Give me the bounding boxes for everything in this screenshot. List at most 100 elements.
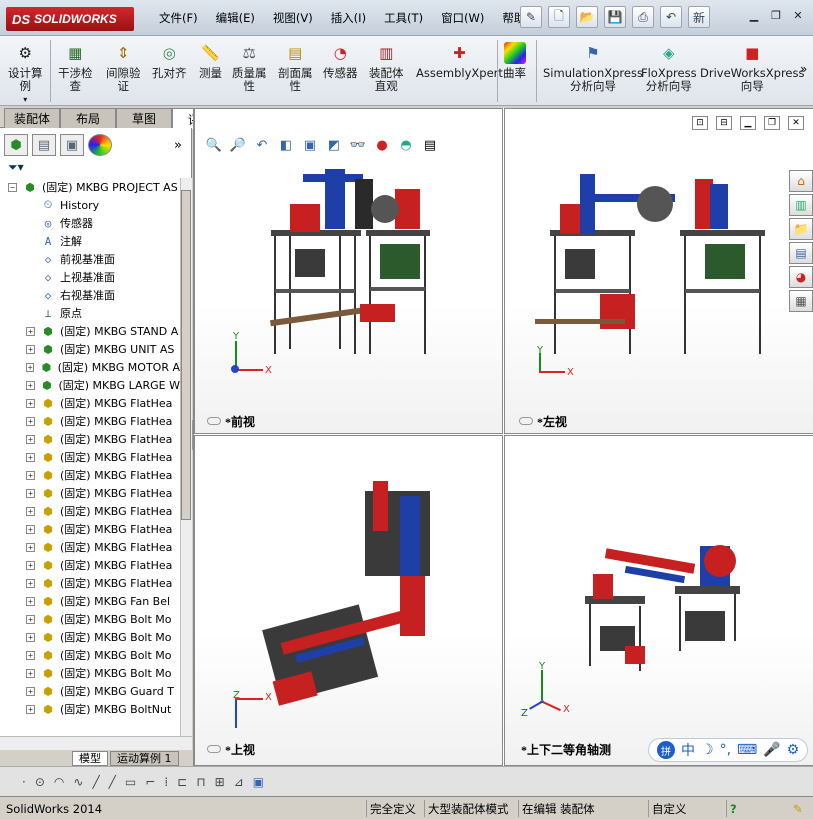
tree-item[interactable]: ◇ 前视基准面: [0, 250, 180, 268]
new-document-icon[interactable]: 🗋: [548, 6, 570, 28]
menu-tools[interactable]: 工具(T): [375, 10, 432, 26]
view-palette-icon[interactable]: ▤: [789, 242, 813, 264]
expand-icon[interactable]: +: [26, 434, 35, 444]
scrollbar-thumb[interactable]: [181, 190, 191, 520]
ime-language[interactable]: 中: [681, 740, 695, 760]
expand-icon[interactable]: +: [26, 488, 35, 498]
ime-logo-icon[interactable]: 拼: [657, 741, 675, 759]
driveworksxpress-button[interactable]: ■ DriveWorksXpress 向导: [700, 42, 804, 93]
tree-component[interactable]: + ⬢ (固定) MKBG STAND A: [0, 322, 180, 340]
menu-edit[interactable]: 编辑(E): [207, 10, 264, 26]
expand-icon[interactable]: +: [26, 614, 35, 624]
undo-icon[interactable]: ↶: [660, 6, 682, 28]
tree-horizontal-scrollbar[interactable]: [0, 736, 192, 750]
expand-icon[interactable]: +: [26, 344, 35, 354]
view-orientation-icon[interactable]: [207, 745, 221, 753]
tree-item[interactable]: ◇ 上视基准面: [0, 268, 180, 286]
tree-component[interactable]: + ⬢ (固定) MKBG BoltNut: [0, 700, 180, 718]
close-icon[interactable]: ✕: [789, 6, 807, 24]
minimize-icon[interactable]: ▁: [745, 6, 763, 24]
restore-viewport-icon[interactable]: ❐: [764, 116, 780, 130]
expand-icon[interactable]: +: [26, 650, 35, 660]
pattern-icon[interactable]: ⊞: [215, 775, 225, 789]
tree-component[interactable]: + ⬢ (固定) MKBG FlatHea: [0, 412, 180, 430]
home-icon[interactable]: ⌂: [789, 170, 813, 192]
viewport-isometric[interactable]: Y X Z *上下二等角轴测: [504, 435, 813, 766]
tree-component[interactable]: + ⬢ (固定) MKBG FlatHea: [0, 466, 180, 484]
tree-component[interactable]: + ⬢ (固定) MKBG UNIT AS: [0, 340, 180, 358]
construction-icon[interactable]: ⁞: [164, 775, 168, 789]
centerline-icon[interactable]: ╱: [109, 775, 116, 789]
spline-icon[interactable]: ∿: [73, 775, 83, 789]
viewport-top[interactable]: Z X *上视: [194, 435, 503, 766]
expand-icon[interactable]: +: [26, 398, 35, 408]
tree-component[interactable]: + ⬢ (固定) MKBG MOTOR A: [0, 358, 180, 376]
tree-component[interactable]: + ⬢ (固定) MKBG Bolt Mo: [0, 628, 180, 646]
collapse-icon[interactable]: −: [8, 182, 17, 192]
rebuild-icon[interactable]: ✎: [790, 800, 806, 817]
ribbon-overflow-icon[interactable]: »: [800, 62, 807, 76]
custom-properties-icon[interactable]: ▦: [789, 290, 813, 312]
view-orientation-icon[interactable]: [519, 417, 533, 425]
section-properties-button[interactable]: ▤ 剖面属 性: [278, 42, 313, 93]
tree-component[interactable]: + ⬢ (固定) MKBG FlatHea: [0, 574, 180, 592]
filter-icon[interactable]: ⏷▾: [8, 160, 24, 175]
expand-icon[interactable]: +: [26, 416, 35, 426]
menu-window[interactable]: 窗口(W): [432, 10, 493, 26]
tab-motion-study[interactable]: 运动算例 1: [110, 750, 179, 766]
tree-item[interactable]: ⊥ 原点: [0, 304, 180, 322]
tree-item[interactable]: A 注解: [0, 232, 180, 250]
expand-icon[interactable]: +: [26, 560, 35, 570]
floxpress-button[interactable]: ◈ FloXpress 分析向导: [641, 42, 697, 93]
circle-icon[interactable]: ⊙: [35, 775, 45, 789]
arc-icon[interactable]: ◠: [54, 775, 64, 789]
rectangle-icon[interactable]: ▭: [125, 775, 136, 789]
expand-icon[interactable]: +: [26, 470, 35, 480]
property-manager-icon[interactable]: ▤: [32, 134, 56, 156]
curvature-button[interactable]: 曲率: [503, 42, 526, 80]
zoom-to-area-icon[interactable]: 🔎: [229, 136, 247, 154]
minimize-viewport-icon[interactable]: ▁: [740, 116, 756, 130]
expand-icon[interactable]: +: [26, 524, 35, 534]
graphics-area[interactable]: Y X *前视 Y X *左视 Z X *上视 Y X Z *上下二等角轴测: [193, 108, 813, 766]
expand-icon[interactable]: +: [26, 506, 35, 516]
units-selector[interactable]: 自定义: [648, 800, 690, 817]
mass-properties-button[interactable]: ⚖ 质量属 性: [232, 42, 267, 93]
apply-scene-icon[interactable]: ◓: [397, 136, 415, 154]
section-view-icon[interactable]: ◧: [277, 136, 295, 154]
viewport-front[interactable]: Y X *前视: [194, 108, 503, 434]
expand-icon[interactable]: +: [26, 542, 35, 552]
expand-icon[interactable]: +: [26, 380, 35, 390]
link-views-icon[interactable]: ⊡: [692, 116, 708, 130]
tree-component[interactable]: + ⬢ (固定) MKBG Guard T: [0, 682, 180, 700]
viewport-left[interactable]: Y X *左视: [504, 108, 813, 434]
tree-component[interactable]: + ⬢ (固定) MKBG FlatHea: [0, 520, 180, 538]
moon-icon[interactable]: ☽: [701, 742, 714, 758]
expand-icon[interactable]: +: [26, 632, 35, 642]
display-manager-icon[interactable]: [88, 134, 112, 156]
tree-item[interactable]: ◇ 右视基准面: [0, 286, 180, 304]
design-library-icon[interactable]: ▥: [789, 194, 813, 216]
close-viewport-icon[interactable]: ✕: [788, 116, 804, 130]
tree-item[interactable]: ◎ 传感器: [0, 214, 180, 232]
tab-assembly[interactable]: 装配体: [4, 108, 60, 128]
assembly-visualization-button[interactable]: ▥ 装配体 直观: [369, 42, 404, 93]
sensor-button[interactable]: ◔ 传感器: [323, 42, 358, 80]
edit-appearance-icon[interactable]: ●: [373, 136, 391, 154]
expand-icon[interactable]: +: [26, 668, 35, 678]
tree-component[interactable]: + ⬢ (固定) MKBG FlatHea: [0, 484, 180, 502]
tree-component[interactable]: + ⬢ (固定) MKBG FlatHea: [0, 394, 180, 412]
appearances-icon[interactable]: ◕: [789, 266, 813, 288]
expand-icon[interactable]: +: [26, 362, 35, 372]
line-icon[interactable]: ╱: [92, 775, 99, 789]
solidworks-logo[interactable]: DS SOLIDWORKS: [6, 7, 134, 31]
mirror-icon[interactable]: ⊿: [234, 775, 244, 789]
tab-sketch[interactable]: 草图: [116, 108, 172, 128]
view-orientation-icon[interactable]: ▣: [301, 136, 319, 154]
hide-show-items-icon[interactable]: 👓: [349, 136, 367, 154]
menu-insert[interactable]: 插入(I): [322, 10, 375, 26]
tree-component[interactable]: + ⬢ (固定) MKBG FlatHea: [0, 538, 180, 556]
corner-rect-icon[interactable]: ⌐: [145, 775, 155, 789]
pin-icon[interactable]: ✎: [520, 6, 542, 28]
expand-icon[interactable]: +: [26, 704, 35, 714]
